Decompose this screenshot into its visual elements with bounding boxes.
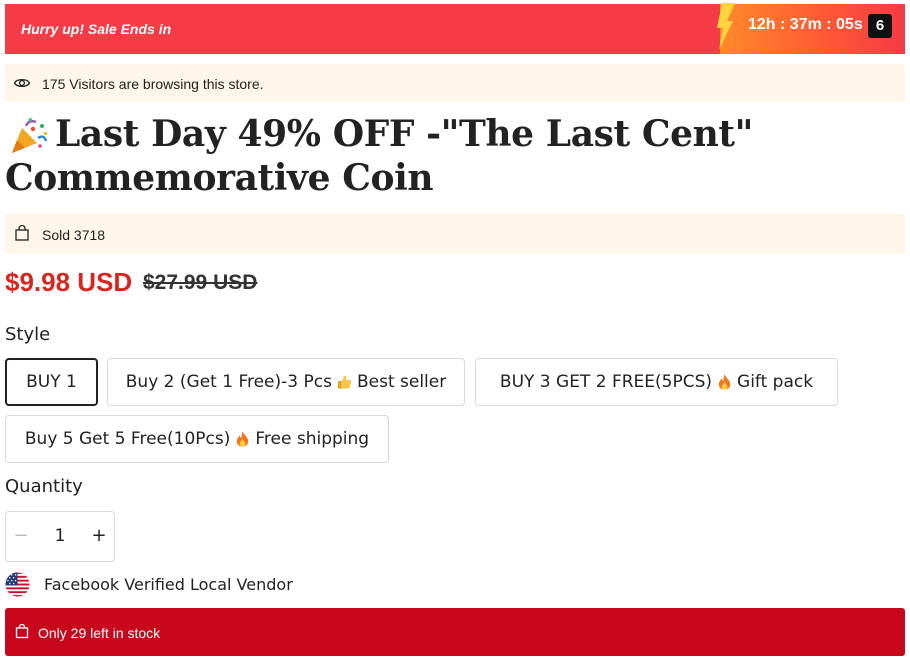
shopping-bag-icon	[15, 623, 29, 639]
us-flag-icon	[5, 572, 30, 597]
product-title: Last Day 49% OFF -"The Last Cent" Commem…	[5, 113, 753, 199]
sold-count-notice: Sold 3718	[5, 214, 905, 254]
lightning-bolt-icon	[717, 3, 735, 50]
style-option-buy-1[interactable]: BUY 1	[5, 358, 98, 406]
visitors-notice: 175 Visitors are browsing this store.	[5, 64, 905, 102]
style-option-label: BUY 1	[26, 372, 77, 392]
product-title-row: Last Day 49% OFF -"The Last Cent" Commem…	[5, 112, 905, 200]
eye-icon	[13, 78, 31, 88]
shopping-bag-icon	[15, 224, 29, 241]
sold-count-text: Sold 3718	[42, 227, 106, 243]
fire-icon	[237, 431, 249, 447]
quantity-input[interactable]: 1	[36, 512, 84, 561]
style-option-tag: Best seller	[356, 372, 447, 392]
style-option-tag: Free shipping	[255, 429, 370, 449]
quantity-label: Quantity	[5, 476, 83, 497]
visitors-text: 175 Visitors are browsing this store.	[42, 76, 264, 92]
style-label: Style	[5, 324, 51, 345]
verified-vendor-row: Facebook Verified Local Vendor	[5, 572, 405, 598]
sale-message: Hurry up! Sale Ends in	[21, 21, 172, 37]
compare-at-price: $27.99 USD	[143, 271, 258, 294]
style-option-buy-2[interactable]: Buy 2 (Get 1 Free)-3 Pcs Best seller	[107, 358, 465, 406]
quantity-stepper: − 1 +	[5, 511, 115, 562]
vendor-text: Facebook Verified Local Vendor	[44, 575, 293, 594]
countdown-extra-digit: 6	[868, 14, 892, 38]
style-option-tag: Gift pack	[737, 372, 814, 392]
stock-notice: Only 29 left in stock	[5, 608, 905, 656]
quantity-decrease-button[interactable]: −	[6, 512, 36, 561]
thumbs-up-icon	[337, 375, 352, 389]
style-option-label: Buy 5 Get 5 Free(10Pcs)	[24, 429, 231, 449]
party-popper-icon	[12, 117, 48, 153]
style-option-buy-5[interactable]: Buy 5 Get 5 Free(10Pcs) Free shipping	[5, 415, 389, 463]
stock-text: Only 29 left in stock	[38, 625, 161, 641]
style-option-label: Buy 2 (Get 1 Free)-3 Pcs	[125, 372, 332, 392]
sale-price: $9.98 USD	[5, 267, 133, 297]
style-option-buy-3[interactable]: BUY 3 GET 2 FREE(5PCS) Gift pack	[475, 358, 838, 406]
fire-icon	[718, 374, 731, 390]
countdown-timer: 12h : 37m : 05s	[748, 16, 863, 33]
quantity-increase-button[interactable]: +	[84, 512, 114, 561]
style-option-label: BUY 3 GET 2 FREE(5PCS)	[499, 372, 713, 392]
